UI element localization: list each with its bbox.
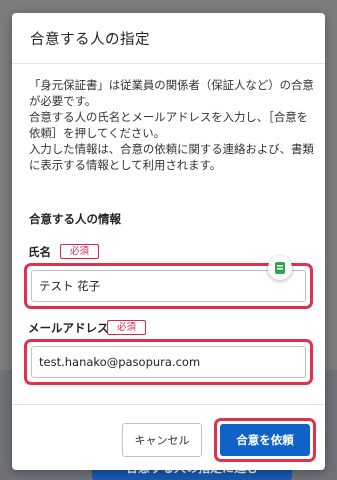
name-input[interactable]: [31, 270, 306, 302]
description-paragraph: 「身元保証書」は従業員の関係者（保証人など）の合意が必要です。: [29, 78, 314, 108]
cancel-button[interactable]: キャンセル: [122, 423, 202, 457]
request-consent-button[interactable]: 合意を依頼: [220, 424, 310, 456]
dialog-description: 「身元保証書」は従業員の関係者（保証人など）の合意が必要です。 合意する人の氏名…: [29, 77, 314, 173]
section-heading: 合意する人の情報: [29, 212, 121, 226]
dialog-title: 合意する人の指定: [30, 32, 150, 48]
dialog-body: 「身元保証書」は従業員の関係者（保証人など）の合意が必要です。 合意する人の氏名…: [12, 64, 325, 404]
name-required-badge: 必須: [60, 244, 100, 259]
description-paragraph: 合意する人の氏名とメールアドレスを入力し、［合意を依頼］を押してください。: [29, 110, 309, 140]
email-input[interactable]: [31, 346, 306, 378]
consent-person-dialog: 合意する人の指定 「身元保証書」は従業員の関係者（保証人など）の合意が必要です。…: [12, 13, 325, 470]
dialog-footer: キャンセル 合意を依頼: [12, 404, 325, 470]
name-field-label: 氏名: [28, 245, 51, 259]
email-field-highlight: [24, 339, 313, 385]
email-required-badge: 必須: [107, 320, 147, 335]
password-manager-icon[interactable]: [268, 256, 292, 280]
submit-button-highlight: 合意を依頼: [214, 418, 316, 462]
description-paragraph: 入力した情報は、合意の依頼に関する連絡および、書類に表示する情報として利用されま…: [29, 142, 314, 172]
dialog-header: 合意する人の指定: [12, 13, 325, 64]
email-field-label: メールアドレス: [28, 321, 109, 335]
